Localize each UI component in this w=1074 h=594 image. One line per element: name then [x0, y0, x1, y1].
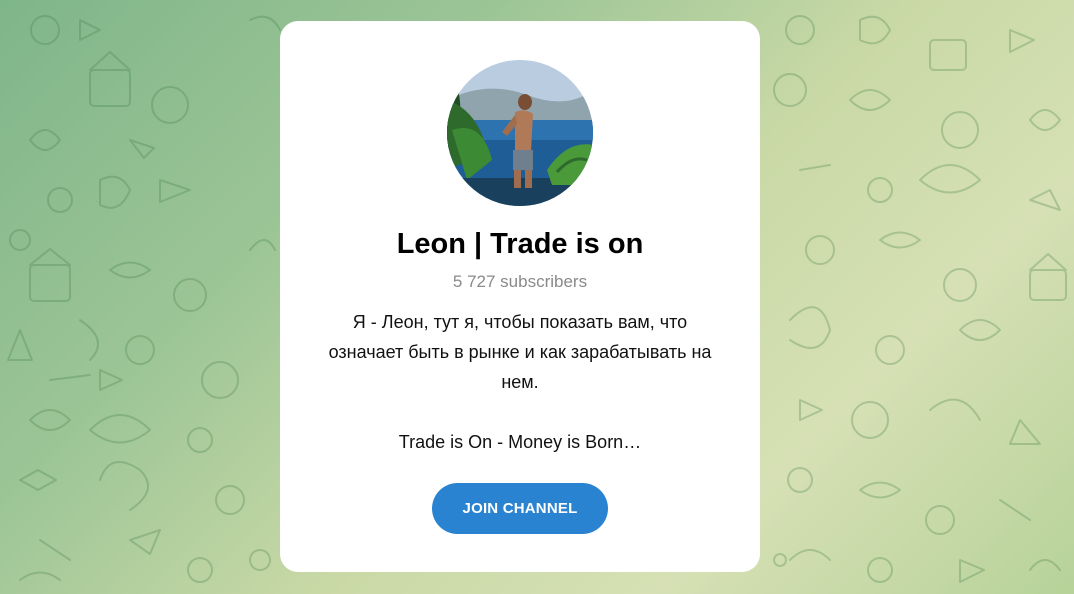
description-line: нем.	[501, 372, 539, 392]
channel-description: Я - Леон, тут я, чтобы показать вам, что…	[304, 307, 736, 457]
description-line: означает быть в рынке и как зарабатывать…	[328, 342, 712, 362]
channel-title: Leon | Trade is on	[396, 228, 644, 260]
description-line: Я - Леон, тут я, чтобы показать вам, что	[352, 312, 688, 332]
channel-avatar	[447, 60, 593, 206]
channel-card: Leon | Trade is on 5 727 subscribers Я -…	[280, 21, 760, 572]
description-line: Trade is On - Money is Born…	[398, 432, 642, 452]
join-channel-button[interactable]: JOIN CHANNEL	[432, 483, 608, 534]
subscriber-count: 5 727 subscribers	[452, 272, 588, 291]
